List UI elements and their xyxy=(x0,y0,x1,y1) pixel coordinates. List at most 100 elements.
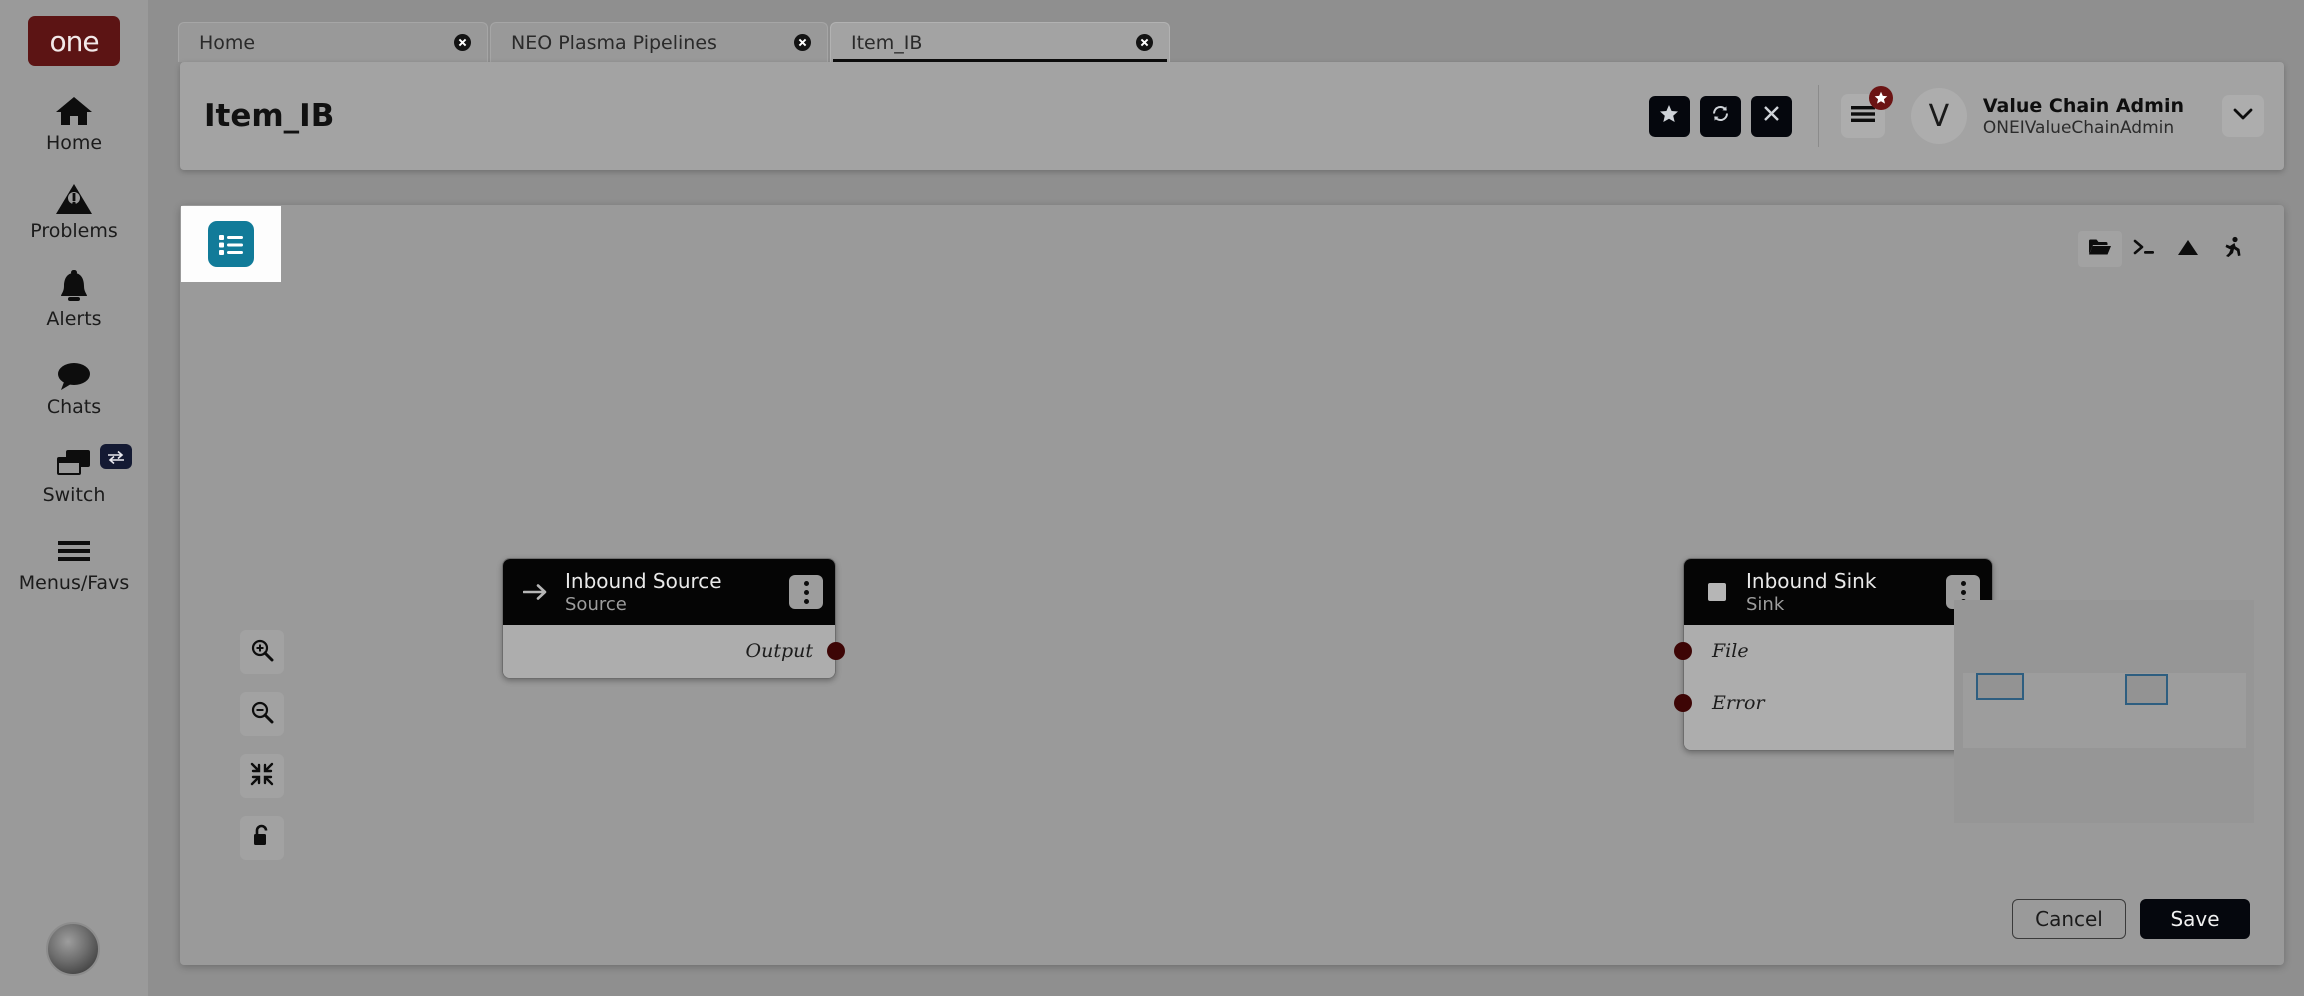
console-button[interactable] xyxy=(2122,231,2166,267)
warning-triangle-icon xyxy=(55,180,93,218)
sidebar-item-switch[interactable]: Switch xyxy=(0,444,148,506)
star-icon xyxy=(1659,104,1679,129)
brand-logo[interactable]: one xyxy=(28,16,120,66)
more-vertical-icon[interactable] xyxy=(789,575,823,609)
canvas-minimap[interactable] xyxy=(1954,600,2254,823)
save-button[interactable]: Save xyxy=(2140,899,2250,939)
node-header: Inbound Sink Sink xyxy=(1684,559,1992,625)
mountain-image-icon xyxy=(2176,237,2200,262)
sidebar-item-label: Problems xyxy=(30,220,118,242)
image-button[interactable] xyxy=(2166,231,2210,267)
swap-arrows-icon[interactable] xyxy=(100,444,132,469)
node-title: Inbound Sink xyxy=(1746,569,1877,593)
pipeline-editor-card: Inbound Source Source Output Inbound Sin… xyxy=(180,205,2284,965)
zoom-out-button[interactable] xyxy=(240,692,284,736)
node-subtitle: Sink xyxy=(1746,594,1785,615)
running-person-icon xyxy=(2221,236,2243,263)
fit-to-screen-button[interactable] xyxy=(240,754,284,798)
sidebar-item-label: Alerts xyxy=(46,308,102,330)
sidebar-item-alerts[interactable]: Alerts xyxy=(0,268,148,330)
header-divider xyxy=(1817,85,1819,147)
open-folder-button[interactable] xyxy=(2078,231,2122,267)
terminal-icon xyxy=(2132,237,2156,262)
hamburger-icon xyxy=(1850,105,1875,128)
node-output-port-row[interactable]: Output xyxy=(503,625,845,677)
node-input-port-row[interactable]: File xyxy=(1674,625,1992,677)
node-ports: Output xyxy=(503,625,845,678)
refresh-icon xyxy=(1710,103,1731,129)
form-actions: Cancel Save xyxy=(2012,899,2250,939)
tab-label: NEO Plasma Pipelines xyxy=(511,31,717,54)
port-label: Output xyxy=(745,640,813,662)
sidebar-item-home[interactable]: Home xyxy=(0,92,148,154)
tab-home[interactable]: Home xyxy=(178,22,488,62)
magnifier-plus-icon xyxy=(250,638,274,667)
user-info: Value Chain Admin ONEIValueChainAdmin xyxy=(1983,95,2184,138)
brand-logo-text: one xyxy=(49,24,99,58)
node-ports: File Error xyxy=(1674,625,1992,750)
folder-open-icon xyxy=(2088,237,2112,262)
favorite-button[interactable] xyxy=(1648,95,1690,137)
node-header: Inbound Source Source xyxy=(503,559,835,625)
zoom-in-button[interactable] xyxy=(240,630,284,674)
user-login-name: ONEIValueChainAdmin xyxy=(1982,117,2175,138)
minimap-node xyxy=(1976,673,2024,700)
node-subtitle: Source xyxy=(565,594,627,615)
avatar-initial: V xyxy=(1928,98,1950,134)
left-navigation-rail: one Home Problems Alerts Chats Switch Me… xyxy=(0,0,148,996)
close-button[interactable] xyxy=(1750,95,1792,137)
lock-toggle-button[interactable] xyxy=(240,816,284,860)
sidebar-item-label: Chats xyxy=(46,396,102,418)
input-port-connector[interactable] xyxy=(1674,642,1692,660)
arrow-right-icon xyxy=(521,582,551,602)
input-port-connector[interactable] xyxy=(1674,694,1692,712)
menus-favorites-button[interactable] xyxy=(1840,86,1893,138)
sidebar-item-problems[interactable]: Problems xyxy=(0,180,148,242)
tab-neo-plasma-pipelines[interactable]: NEO Plasma Pipelines xyxy=(490,22,828,62)
port-label: File xyxy=(1712,640,1749,662)
unlock-icon xyxy=(250,824,274,853)
refresh-button[interactable] xyxy=(1699,95,1741,137)
pipeline-node-inbound-sink[interactable]: Inbound Sink Sink File Error xyxy=(1674,558,1993,751)
chat-bubble-icon xyxy=(55,356,93,394)
sidebar-item-chats[interactable]: Chats xyxy=(0,356,148,418)
user-menu-button[interactable] xyxy=(2222,95,2264,137)
magnifier-minus-icon xyxy=(250,700,274,729)
square-icon xyxy=(1702,581,1732,603)
canvas-toolbar xyxy=(2078,231,2254,267)
page-header: Item_IB V Value Chain Admin ONEIValueCha… xyxy=(180,62,2284,170)
home-icon xyxy=(55,92,93,130)
minimap-node xyxy=(2125,674,2168,705)
close-circle-icon[interactable] xyxy=(431,34,471,52)
tab-item-ib[interactable]: Item_IB xyxy=(830,22,1170,62)
star-icon xyxy=(1868,86,1893,110)
page-title: Item_IB xyxy=(204,98,335,134)
windows-stack-icon xyxy=(55,444,93,482)
node-input-port-row[interactable]: Error xyxy=(1674,677,1992,729)
sidebar-item-label: Home xyxy=(45,132,103,154)
list-view-icon xyxy=(208,221,254,267)
cancel-button[interactable]: Cancel xyxy=(2012,899,2126,939)
header-actions xyxy=(1648,95,1792,137)
sidebar-item-label: Menus/Favs xyxy=(18,572,130,594)
node-header-text: Inbound Sink Sink xyxy=(1746,569,1876,615)
tab-label: Item_IB xyxy=(851,31,923,54)
run-button[interactable] xyxy=(2210,231,2254,267)
node-title: Inbound Source xyxy=(565,569,722,593)
properties-panel-tab[interactable] xyxy=(181,206,281,282)
node-header-text: Inbound Source Source xyxy=(565,569,722,615)
collapse-arrows-icon xyxy=(250,762,274,791)
output-port-connector[interactable] xyxy=(827,642,845,660)
tab-strip: Home NEO Plasma Pipelines Item_IB xyxy=(178,20,1172,62)
chevron-down-icon xyxy=(2233,107,2253,125)
sidebar-item-menus-favs[interactable]: Menus/Favs xyxy=(0,532,148,594)
close-circle-icon[interactable] xyxy=(1113,34,1153,52)
bell-icon xyxy=(56,268,92,306)
close-circle-icon[interactable] xyxy=(771,34,811,52)
port-label: Error xyxy=(1712,692,1765,714)
pipeline-node-inbound-source[interactable]: Inbound Source Source Output xyxy=(502,558,845,679)
avatar[interactable] xyxy=(46,922,100,976)
avatar[interactable]: V xyxy=(1910,88,1967,144)
x-icon xyxy=(1762,104,1781,128)
canvas-zoom-tools xyxy=(240,630,284,860)
